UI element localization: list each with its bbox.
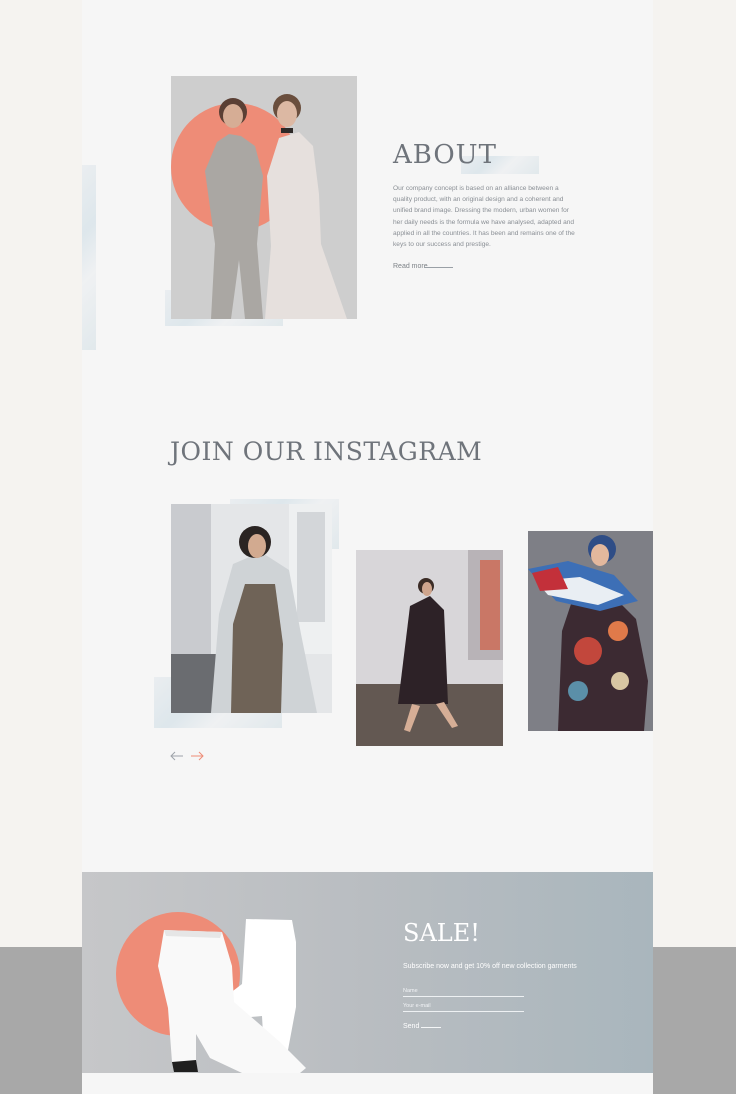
- about-text: Our company concept is based on an allia…: [393, 185, 575, 249]
- send-underline: [421, 1027, 441, 1028]
- instagram-title: JOIN OUR INSTAGRAM: [170, 437, 483, 466]
- holographic-strip: [82, 165, 96, 350]
- arrow-right-icon[interactable]: [190, 749, 204, 761]
- sale-subtitle: Subscribe now and get 10% off new collec…: [403, 963, 577, 970]
- about-title: ABOUT: [393, 140, 497, 170]
- instagram-post[interactable]: [528, 531, 653, 731]
- instagram-post[interactable]: [356, 550, 503, 746]
- page: ABOUT Our company concept is based on an…: [82, 0, 653, 1094]
- boots-image: [110, 892, 350, 1073]
- instagram-post[interactable]: [171, 504, 332, 713]
- sale-title: SALE!: [403, 919, 480, 947]
- sale-section: SALE! Subscribe now and get 10% off new …: [82, 872, 653, 1073]
- read-more-underline: [424, 267, 453, 268]
- email-input[interactable]: [403, 1000, 524, 1012]
- about-photo: [171, 76, 357, 319]
- send-button[interactable]: Send: [403, 1023, 419, 1030]
- arrow-left-icon[interactable]: [170, 749, 184, 761]
- read-more-link[interactable]: Read more: [393, 263, 428, 270]
- name-input[interactable]: [403, 985, 524, 997]
